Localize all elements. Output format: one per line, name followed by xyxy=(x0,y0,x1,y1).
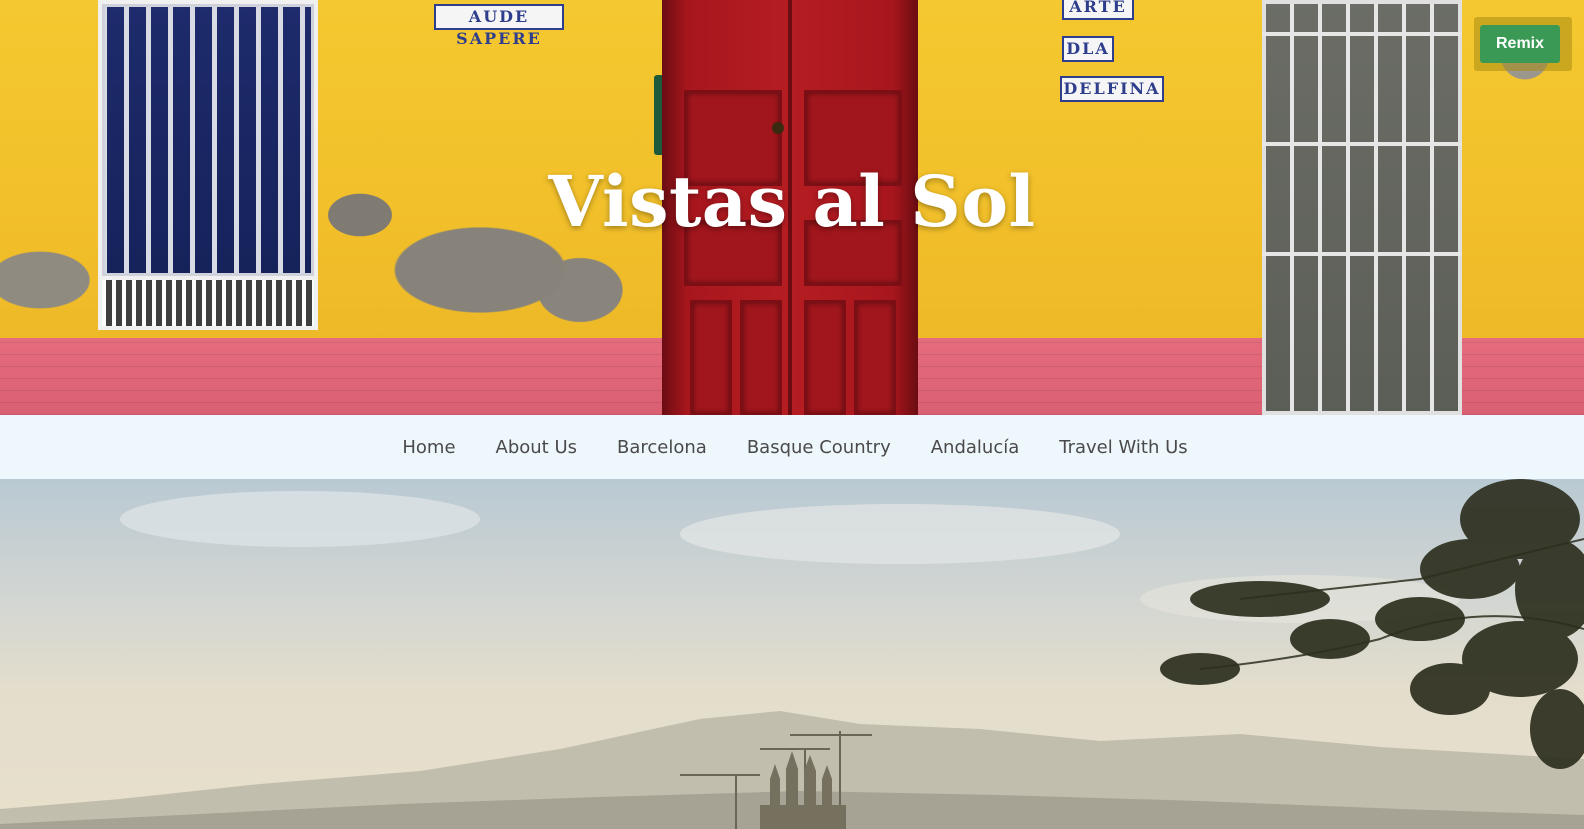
main-nav: Home About Us Barcelona Basque Country A… xyxy=(0,415,1584,479)
remix-container: Remix xyxy=(1474,17,1572,71)
nav-item-about-us[interactable]: About Us xyxy=(496,437,578,458)
nav-item-andalucia[interactable]: Andalucía xyxy=(931,437,1020,458)
nav-item-home[interactable]: Home xyxy=(402,437,455,458)
skyline-illustration xyxy=(0,479,1584,829)
nav-item-barcelona[interactable]: Barcelona xyxy=(617,437,707,458)
hero-tile-arte: ARTE xyxy=(1062,0,1134,20)
remix-button[interactable]: Remix xyxy=(1480,25,1560,63)
nav-item-basque-country[interactable]: Basque Country xyxy=(747,437,891,458)
hero-tile-dla: DLA xyxy=(1062,36,1114,62)
site-title: Vistas al Sol xyxy=(548,160,1036,243)
barcelona-skyline-image xyxy=(0,479,1584,829)
nav-item-travel-with-us[interactable]: Travel With Us xyxy=(1059,437,1187,458)
hero-banner: AUDE SAPERE ARTE DLA DELFINA Vistas al S… xyxy=(0,0,1584,415)
hero-tile-delfina: DELFINA xyxy=(1060,76,1164,102)
hero-tile-aude-sapere: AUDE SAPERE xyxy=(434,4,564,48)
